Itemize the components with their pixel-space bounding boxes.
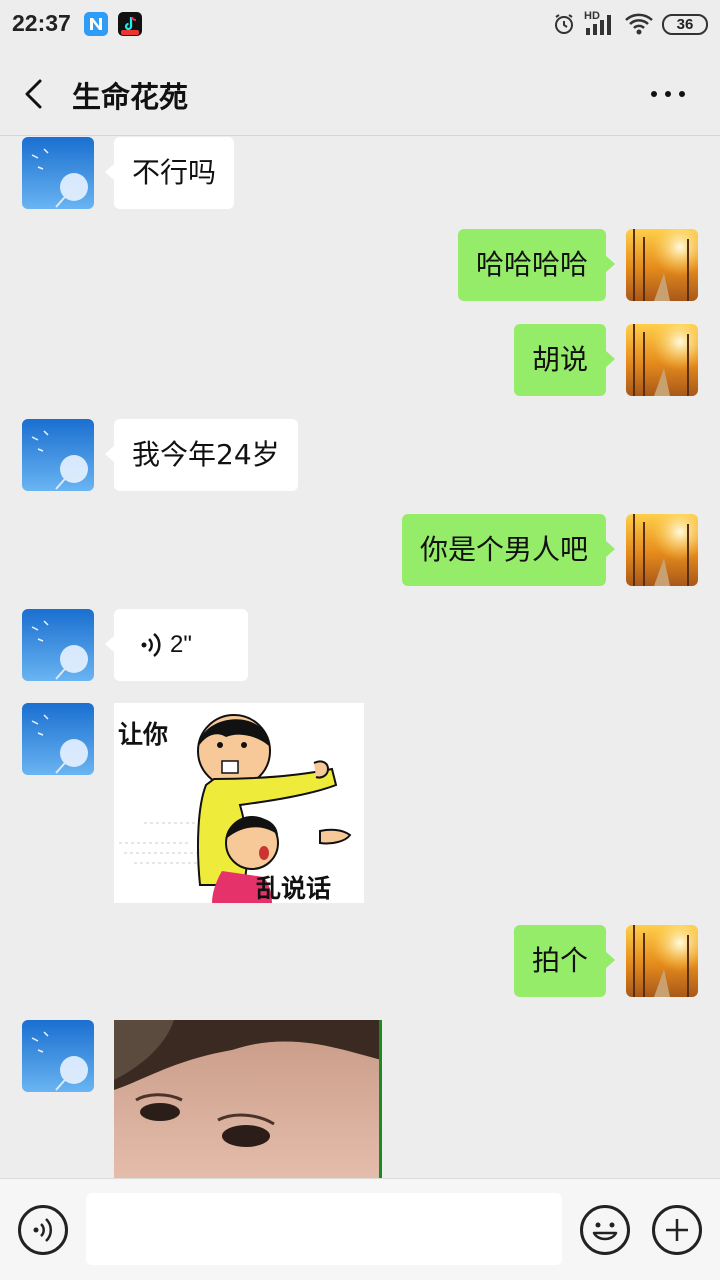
photo-message[interactable] (114, 1020, 382, 1178)
message-bubble-outgoing[interactable]: 胡说 (513, 324, 616, 396)
plus-icon (666, 1219, 688, 1241)
status-time: 22:37 (12, 10, 71, 36)
child-face-photo (114, 1020, 382, 1178)
my-avatar[interactable] (626, 324, 698, 396)
signal-icon: HD (584, 10, 616, 36)
voice-icon (33, 1218, 53, 1242)
sticker-caption-top: 让你 (118, 720, 169, 749)
app-n-icon (84, 12, 108, 36)
voice-duration: 2" (170, 631, 192, 658)
back-arrow-icon[interactable] (22, 78, 46, 110)
message-bubble-outgoing[interactable]: 拍个 (513, 925, 616, 997)
voice-input-button[interactable] (18, 1205, 68, 1255)
message-input[interactable] (86, 1193, 562, 1265)
input-bar (0, 1178, 720, 1280)
contact-avatar[interactable] (22, 1020, 94, 1092)
message-list[interactable]: 不行吗 哈哈哈哈 胡说 我今年24岁 你是个男人吧 2" 让你 乱说话 拍个 (0, 137, 720, 1178)
my-avatar[interactable] (626, 514, 698, 586)
battery-indicator: 36 (662, 14, 708, 35)
contact-avatar[interactable] (22, 609, 94, 681)
more-options-icon[interactable] (648, 82, 688, 106)
chat-header: 生命花苑 (0, 52, 720, 136)
sticker-message[interactable]: 让你 乱说话 (114, 703, 364, 903)
message-bubble-outgoing[interactable]: 你是个男人吧 (401, 514, 616, 586)
emoji-button[interactable] (580, 1205, 630, 1255)
message-bubble-incoming[interactable]: 不行吗 (104, 137, 235, 209)
more-functions-button[interactable] (652, 1205, 702, 1255)
status-bar: 22:37 HD 36 (0, 0, 720, 52)
chat-title: 生命花苑 (72, 80, 189, 114)
voice-wave-icon (141, 633, 161, 657)
voice-message-bubble[interactable]: 2" (105, 609, 248, 681)
tiktok-icon (118, 12, 142, 36)
contact-avatar[interactable] (22, 419, 94, 491)
my-avatar[interactable] (626, 925, 698, 997)
message-bubble-outgoing[interactable]: 哈哈哈哈 (457, 229, 616, 301)
sticker-caption-bottom: 乱说话 (256, 874, 332, 903)
message-bubble-incoming[interactable]: 我今年24岁 (105, 419, 298, 491)
my-avatar[interactable] (626, 229, 698, 301)
wifi-icon (625, 13, 653, 35)
emoji-icon (592, 1222, 618, 1241)
contact-avatar[interactable] (22, 703, 94, 775)
contact-avatar[interactable] (22, 137, 94, 209)
alarm-icon (555, 14, 573, 34)
